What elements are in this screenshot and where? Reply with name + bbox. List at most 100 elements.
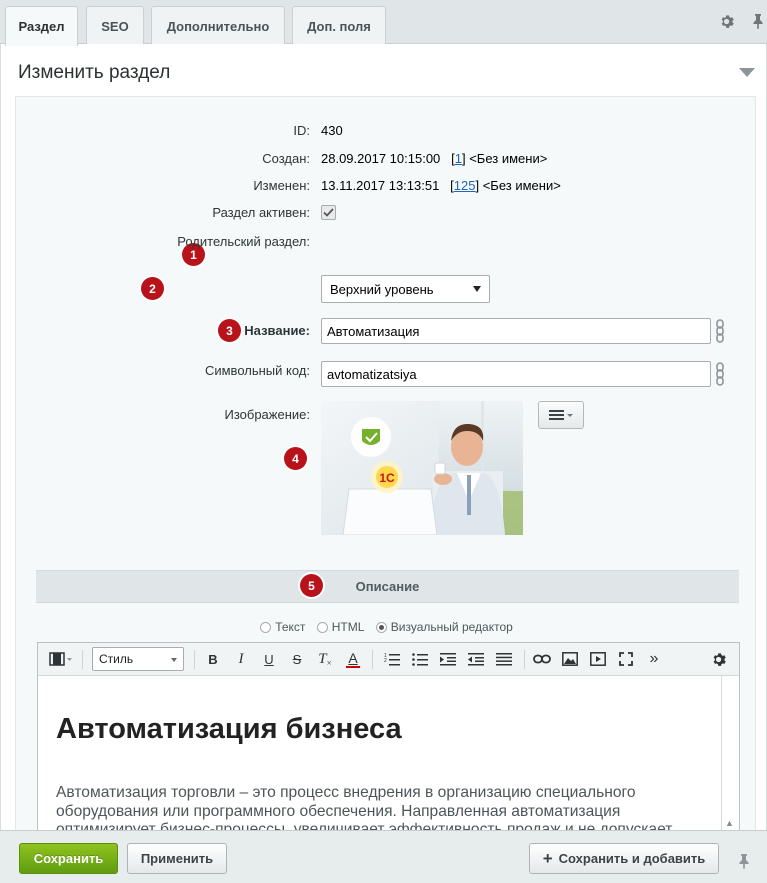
modified-value: 13.11.2017 13:13:51 [125] <Без имени>	[321, 178, 561, 193]
panel-title: Изменить раздел	[18, 62, 171, 83]
created-value: 28.09.2017 10:15:00 [1] <Без имени>	[321, 151, 548, 166]
modified-label: Изменен:	[253, 178, 310, 193]
triangle-down-icon[interactable]	[739, 68, 755, 77]
tab-seo[interactable]: SEO	[86, 6, 144, 45]
edit-section-panel: Изменить раздел ID: 430 Создан: 28.09.20…	[0, 44, 767, 830]
toolbar-separator	[194, 650, 195, 669]
clear-format-label: T	[318, 650, 327, 667]
badge-3: 3	[218, 319, 241, 342]
font-color-label: A	[348, 649, 358, 666]
active-checkbox[interactable]	[321, 205, 336, 220]
apply-button[interactable]: Применить	[127, 843, 227, 874]
toolbar-separator	[372, 650, 373, 669]
content-paragraph: Автоматизация торговли – это процесс вне…	[56, 784, 673, 830]
visual-editor: Стиль B I U S T × A 12 » Автоматизация б…	[37, 642, 740, 830]
save-and-add-label: Сохранить и добавить	[558, 851, 706, 866]
radio-html-label: HTML	[331, 620, 365, 634]
toolbar-separator	[82, 650, 83, 669]
content-heading: Автоматизация бизнеса	[56, 713, 402, 745]
style-select[interactable]: Стиль	[92, 647, 184, 671]
link-chain-icon[interactable]	[714, 318, 726, 344]
italic-button[interactable]: I	[230, 648, 252, 670]
tab-section[interactable]: Раздел	[5, 6, 78, 46]
align-justify-icon[interactable]	[492, 648, 516, 670]
code-input[interactable]	[321, 361, 711, 387]
clear-format-button[interactable]: T ×	[314, 648, 336, 670]
plus-icon: +	[542, 848, 553, 868]
image-menu-button[interactable]	[538, 401, 584, 429]
created-user-link[interactable]: 1	[455, 151, 462, 166]
image-label: Изображение:	[224, 407, 310, 422]
badge-2: 2	[141, 277, 164, 300]
tab-additional[interactable]: Дополнительно	[151, 6, 285, 45]
form-footer: Сохранить Применить + Сохранить и добави…	[0, 830, 767, 883]
tabs-bar: Раздел SEO Дополнительно Доп. поля	[0, 0, 767, 46]
badge-4: 4	[284, 447, 307, 470]
fullscreen-icon[interactable]	[614, 648, 638, 670]
outdent-icon[interactable]	[464, 648, 488, 670]
radio-text-label: Текст	[275, 620, 306, 634]
created-user-name: <Без имени>	[469, 151, 548, 166]
link-chain-icon[interactable]	[714, 361, 726, 387]
editor-mode-switch: Текст HTML Визуальный редактор	[16, 620, 755, 636]
editor-toolbar: Стиль B I U S T × A 12 »	[38, 643, 739, 676]
section-image[interactable]: 1С	[321, 401, 523, 535]
more-button[interactable]: »	[642, 648, 666, 670]
ordered-list-icon[interactable]: 12	[380, 648, 404, 670]
radio-text[interactable]: Текст	[260, 620, 305, 634]
radio-html[interactable]: HTML	[316, 620, 365, 634]
created-label: Создан:	[262, 151, 310, 166]
style-select-value: Стиль	[99, 652, 134, 666]
hamburger-menu-icon	[549, 410, 573, 420]
pin-icon[interactable]	[749, 12, 767, 30]
image-preview: 1С	[321, 401, 523, 535]
active-label: Раздел активен:	[212, 205, 310, 220]
id-label: ID:	[293, 123, 310, 138]
video-icon[interactable]	[586, 648, 610, 670]
link-icon[interactable]	[530, 648, 554, 670]
strikethrough-button[interactable]: S	[286, 648, 308, 670]
film-icon[interactable]	[46, 648, 76, 670]
radio-dot	[260, 621, 272, 633]
radio-dot	[375, 621, 387, 633]
gear-icon[interactable]	[708, 648, 730, 670]
bold-button[interactable]: B	[202, 648, 224, 670]
color-swatch	[346, 665, 360, 668]
check-icon	[323, 208, 334, 217]
gear-icon[interactable]	[718, 12, 736, 30]
description-title: Описание	[355, 579, 420, 594]
font-color-button[interactable]: A	[342, 648, 364, 670]
underline-button[interactable]: U	[258, 648, 280, 670]
indent-icon[interactable]	[436, 648, 460, 670]
code-label: Символьный код:	[204, 363, 310, 378]
bullet-list-icon[interactable]	[408, 648, 432, 670]
editor-scrollbar[interactable]	[721, 676, 722, 830]
created-date: 28.09.2017 10:15:00	[321, 151, 441, 166]
chevron-down-icon	[171, 658, 177, 662]
modified-user-link[interactable]: 125	[454, 178, 476, 193]
parent-select-value: Верхний уровень	[330, 281, 434, 297]
logo-1c: 1С	[379, 471, 395, 485]
save-button[interactable]: Сохранить	[19, 843, 118, 874]
name-label: Название:	[244, 323, 310, 338]
resize-handle-icon[interactable]: ▲	[725, 818, 734, 828]
editor-content-area[interactable]: Автоматизация бизнеса Автоматизация торг…	[38, 676, 739, 830]
badge-5: 5	[300, 574, 323, 597]
parent-label: Родительский раздел:	[177, 234, 310, 249]
id-value: 430	[321, 123, 343, 138]
modified-user-name: <Без имени>	[482, 178, 561, 193]
toolbar-separator	[524, 650, 525, 669]
modified-date: 13.11.2017 13:13:51	[321, 178, 440, 193]
tab-extra-fields[interactable]: Доп. поля	[292, 6, 386, 45]
save-and-add-button[interactable]: + Сохранить и добавить	[529, 843, 719, 874]
x-icon: ×	[326, 658, 332, 668]
image-icon[interactable]	[558, 648, 582, 670]
name-input[interactable]	[321, 318, 711, 344]
radio-visual-editor[interactable]: Визуальный редактор	[375, 620, 513, 634]
parent-select[interactable]: Верхний уровень	[321, 275, 490, 303]
svg-text:2: 2	[384, 658, 387, 664]
form-content: ID: 430 Создан: 28.09.2017 10:15:00 [1] …	[15, 97, 756, 830]
description-section-header: Описание	[36, 570, 739, 603]
pin-icon[interactable]	[738, 853, 752, 869]
chevron-down-icon	[473, 286, 481, 292]
